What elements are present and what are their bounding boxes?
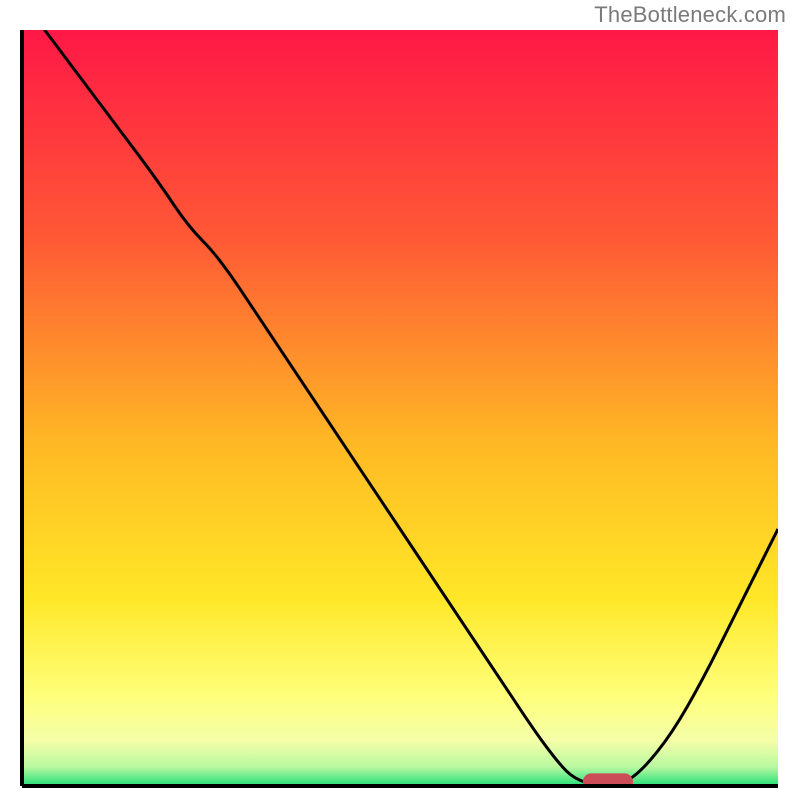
optimal-marker	[583, 774, 632, 791]
bottleneck-chart	[0, 0, 800, 800]
gradient-background	[22, 30, 778, 786]
attribution-text: TheBottleneck.com	[594, 2, 786, 28]
chart-container: { "attribution": "TheBottleneck.com", "c…	[0, 0, 800, 800]
